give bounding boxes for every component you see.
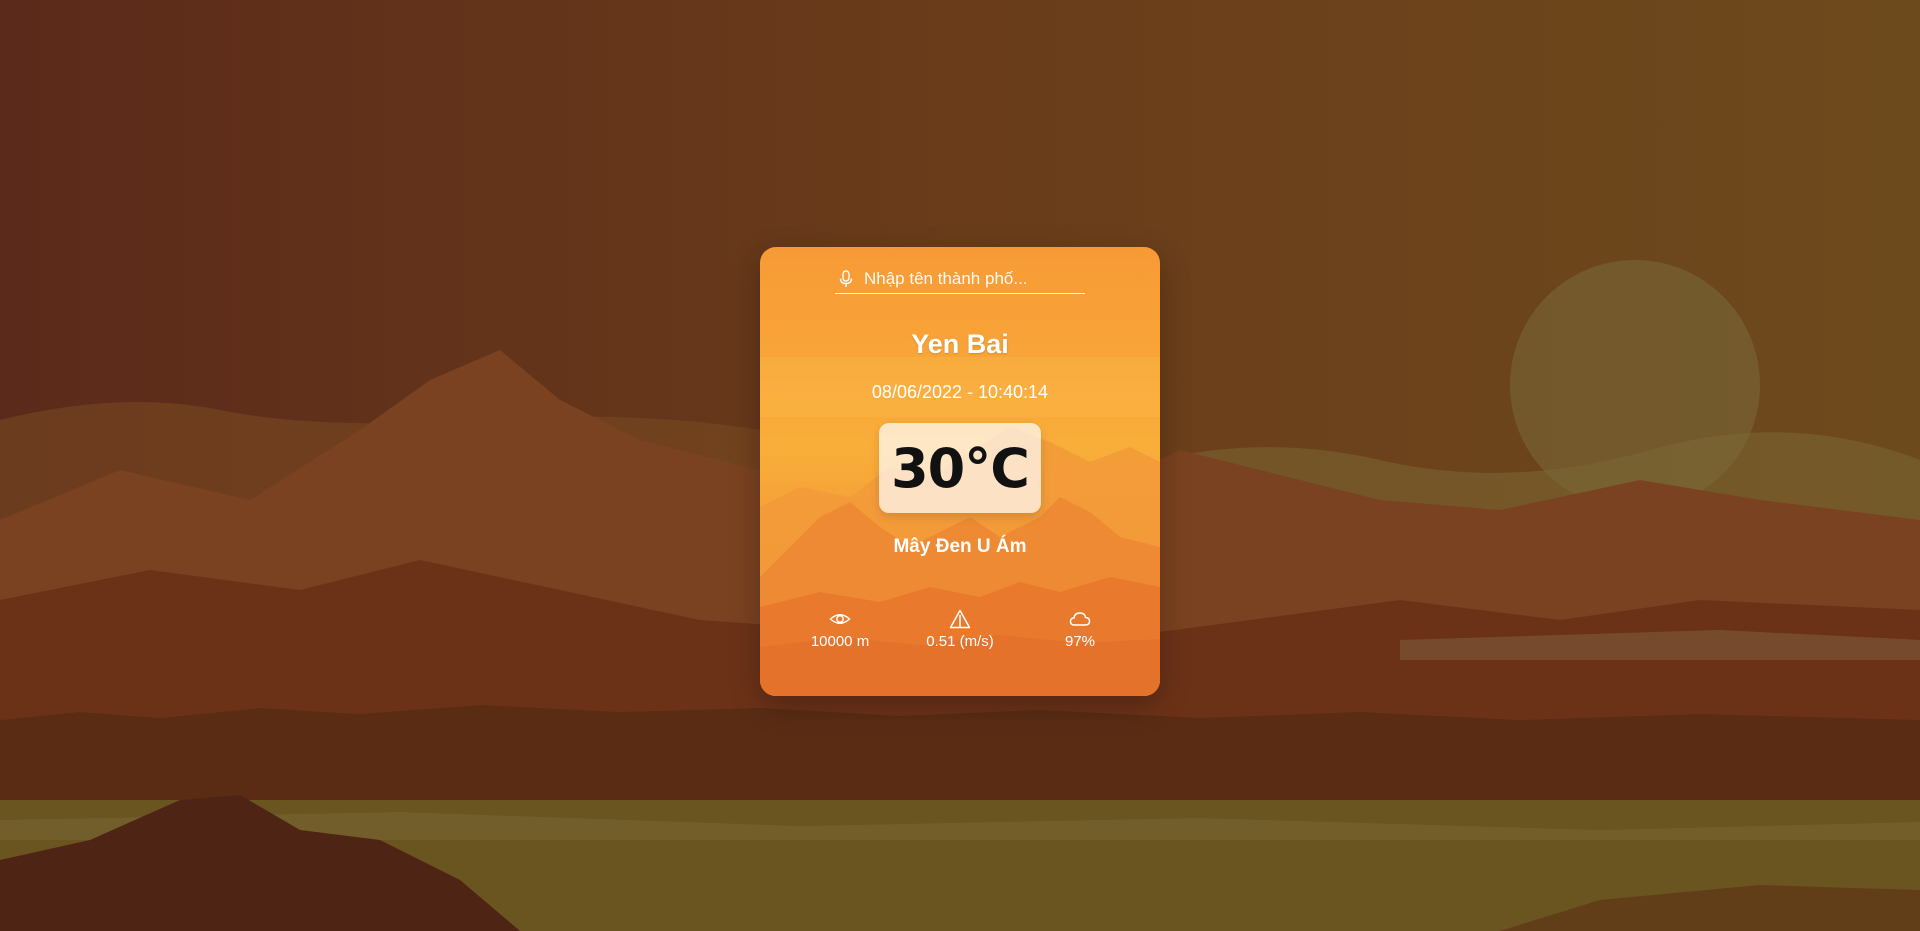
weather-stats: 10000 m 0.51 (m/s) 97% bbox=[800, 609, 1120, 650]
temperature-box: 30°C bbox=[879, 423, 1041, 513]
weather-description: Mây Đen U Ám bbox=[893, 536, 1027, 557]
temperature-value: 30°C bbox=[891, 436, 1030, 500]
clouds-value: 97% bbox=[1064, 633, 1096, 650]
wind-value: 0.51 (m/s) bbox=[926, 633, 994, 650]
card-content: Yen Bai 08/06/2022 - 10:40:14 30°C Mây Đ… bbox=[760, 247, 1160, 696]
microphone-icon[interactable] bbox=[838, 270, 854, 288]
clouds-stat: 97% bbox=[1040, 609, 1120, 650]
wind-direction-icon bbox=[949, 609, 971, 629]
city-search bbox=[835, 265, 1085, 294]
city-search-input[interactable] bbox=[864, 269, 1085, 289]
date-time: 08/06/2022 - 10:40:14 bbox=[871, 382, 1049, 402]
cloud-icon bbox=[1069, 612, 1091, 626]
city-name: Yen Bai bbox=[911, 329, 1009, 359]
visibility-value: 10000 m bbox=[810, 633, 870, 650]
visibility-stat: 10000 m bbox=[800, 609, 880, 650]
eye-icon bbox=[829, 614, 851, 624]
page: Yen Bai 08/06/2022 - 10:40:14 30°C Mây Đ… bbox=[0, 0, 1920, 931]
weather-card: Yen Bai 08/06/2022 - 10:40:14 30°C Mây Đ… bbox=[760, 247, 1160, 696]
wind-stat: 0.51 (m/s) bbox=[920, 609, 1000, 650]
